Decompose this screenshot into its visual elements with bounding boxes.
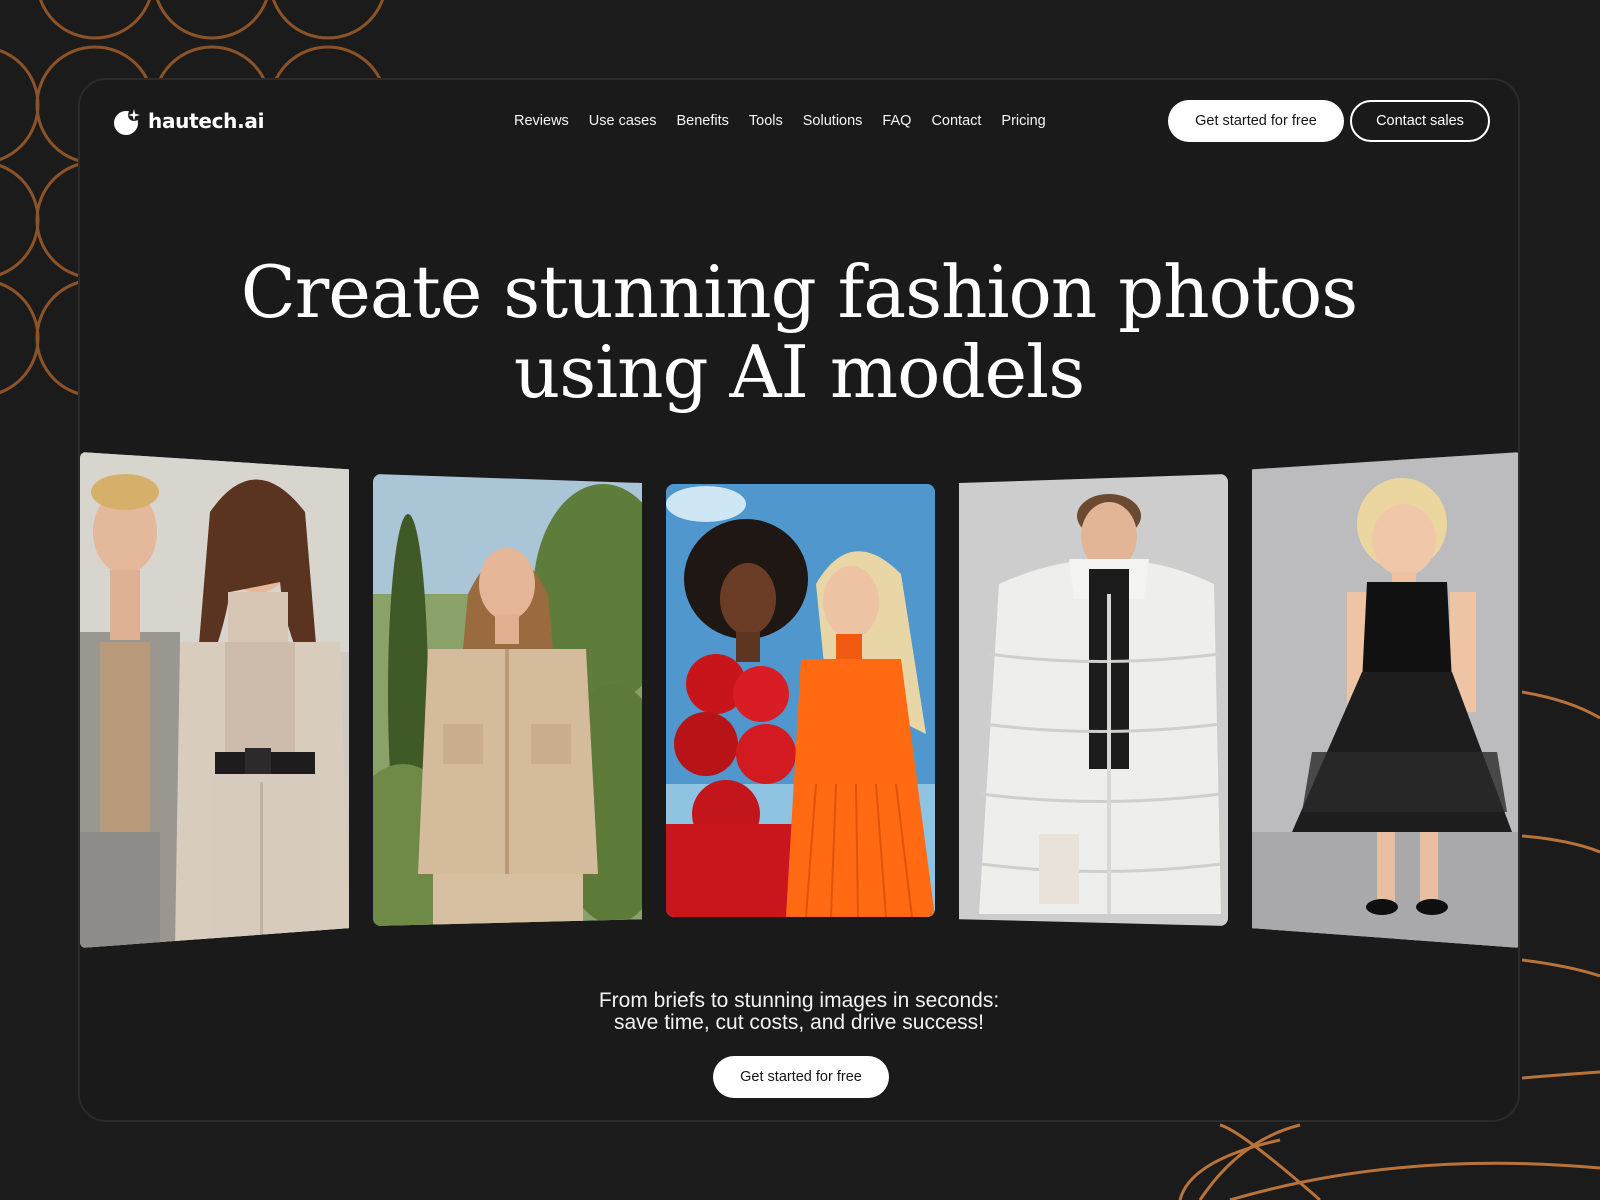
- hero-tagline-line-2: save time, cut costs, and drive success!: [614, 1011, 984, 1034]
- nav-reviews[interactable]: Reviews: [514, 113, 569, 129]
- get-started-button[interactable]: Get started for free: [1168, 100, 1344, 142]
- contact-sales-button[interactable]: Contact sales: [1350, 100, 1490, 142]
- nav-contact[interactable]: Contact: [931, 113, 981, 129]
- nav-solutions[interactable]: Solutions: [803, 113, 863, 129]
- hero-tagline: From briefs to stunning images in second…: [80, 990, 1518, 1034]
- brand-name: hautech.ai: [148, 109, 265, 133]
- hero-tagline-line-1: From briefs to stunning images in second…: [598, 989, 1000, 1012]
- main-nav: Reviews Use cases Benefits Tools Solutio…: [514, 110, 1046, 132]
- nav-faq[interactable]: FAQ: [882, 113, 911, 129]
- hero-title: Create stunning fashion photos using AI …: [80, 252, 1518, 412]
- nav-pricing[interactable]: Pricing: [1001, 113, 1045, 129]
- gallery-image-couple[interactable]: [80, 452, 349, 948]
- hero-title-line-2: using AI models: [513, 330, 1085, 414]
- sparkle-crescent-icon: [114, 109, 140, 135]
- gallery-image-puffer-coat[interactable]: [959, 474, 1228, 926]
- nav-tools[interactable]: Tools: [749, 113, 783, 129]
- hero-title-line-1: Create stunning fashion photos: [240, 250, 1358, 334]
- hero-frame: hautech.ai Reviews Use cases Benefits To…: [78, 78, 1520, 1122]
- nav-benefits[interactable]: Benefits: [677, 113, 729, 129]
- brand-logo[interactable]: hautech.ai: [112, 104, 264, 138]
- gallery-image-girl-tulle-dress[interactable]: [1252, 452, 1518, 948]
- gallery-image-woman-outdoors[interactable]: [373, 474, 642, 926]
- hero-get-started-button[interactable]: Get started for free: [713, 1056, 889, 1098]
- nav-use-cases[interactable]: Use cases: [589, 113, 657, 129]
- gallery-image-red-orange-dresses[interactable]: [666, 484, 935, 917]
- fashion-gallery: [80, 452, 1518, 952]
